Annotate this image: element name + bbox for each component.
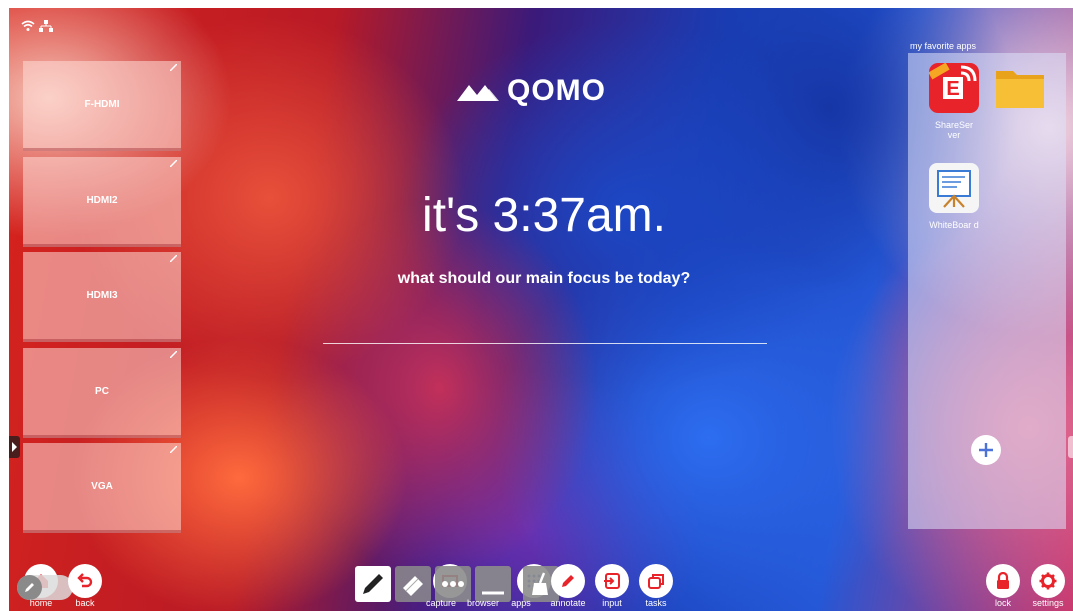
focus-question: what should our main focus be today?: [397, 270, 691, 287]
toggle-knob: [17, 575, 42, 600]
logo-mark-icon: [457, 85, 499, 101]
whiteboard-icon: [929, 163, 979, 213]
expand-left-panel-button[interactable]: [9, 436, 20, 458]
source-label: F-HDMI: [84, 99, 120, 110]
app-label: ShareSer ver: [934, 120, 974, 140]
gear-icon: [1039, 572, 1057, 590]
source-label: VGA: [91, 481, 113, 492]
tasks-icon: [648, 574, 664, 589]
pen-icon: [25, 583, 34, 592]
shareserver-icon: E: [928, 62, 979, 113]
source-label: HDMI2: [86, 194, 118, 206]
favorites-panel: E ShareSer ver WhiteBoar d: [908, 53, 1066, 529]
tasks-button[interactable]: [639, 564, 673, 598]
input-icon: [604, 573, 620, 589]
more-icon: [442, 581, 464, 587]
svg-text:E: E: [946, 78, 959, 100]
input-button[interactable]: [595, 564, 629, 598]
source-hdmi3[interactable]: HDMI3: [23, 252, 181, 342]
pen-icon: [363, 574, 383, 594]
back-label: back: [75, 598, 95, 608]
pen-mode-toggle[interactable]: [17, 575, 73, 600]
lock-icon: [997, 572, 1009, 589]
source-label: PC: [95, 385, 109, 397]
settings-label: settings: [1032, 598, 1064, 608]
lock-button[interactable]: [986, 564, 1020, 598]
add-app-button[interactable]: [971, 435, 1001, 465]
edit-icon[interactable]: [170, 255, 177, 262]
tasks-label: tasks: [645, 598, 667, 608]
status-bar: [21, 20, 53, 32]
source-hdmi2[interactable]: HDMI2: [23, 156, 181, 247]
logo-text: QOMO: [507, 74, 606, 107]
app-shareserver[interactable]: E ShareSer ver: [928, 62, 980, 140]
qomo-logo: QOMO: [457, 74, 606, 108]
favorites-title: my favorite apps: [910, 41, 977, 51]
browser-tool-button[interactable]: [475, 566, 511, 602]
plus-icon: [979, 443, 993, 457]
source-vga[interactable]: VGA: [23, 443, 181, 533]
app-label: WhiteBoar d: [929, 220, 979, 230]
expand-right-panel-button[interactable]: [1068, 436, 1073, 458]
edit-icon[interactable]: [170, 159, 177, 167]
source-pc[interactable]: PC: [23, 347, 181, 438]
broom-icon: [532, 572, 548, 595]
back-button[interactable]: [68, 564, 102, 598]
folder-icon: [996, 71, 1044, 108]
clock-greeting: it's 3:37am.: [422, 189, 666, 242]
edit-icon[interactable]: [170, 64, 177, 71]
annotate-icon: [562, 575, 574, 587]
input-source-panel: F-HDMI HDMI2 HDMI3 PC VGA: [23, 61, 181, 539]
focus-input[interactable]: [323, 326, 767, 344]
wifi-icon: [21, 20, 35, 32]
annotate-button[interactable]: [551, 564, 585, 598]
edit-icon[interactable]: [170, 350, 177, 358]
app-folder[interactable]: [994, 67, 1046, 116]
line-tool-icon: [482, 591, 504, 595]
home-screen: F-HDMI HDMI2 HDMI3 PC VGA QOMO it's 3:37…: [9, 8, 1073, 611]
back-icon: [77, 573, 93, 588]
settings-button[interactable]: [1031, 564, 1065, 598]
more-tool-button[interactable]: [435, 566, 471, 602]
eraser-icon: [403, 576, 423, 596]
source-f-hdmi[interactable]: F-HDMI: [23, 61, 181, 151]
edit-icon[interactable]: [170, 446, 177, 453]
network-icon: [39, 20, 53, 32]
eraser-tool-button[interactable]: [395, 566, 431, 602]
source-label: HDMI3: [86, 290, 118, 301]
pen-tool-button[interactable]: [355, 566, 391, 602]
app-whiteboard[interactable]: WhiteBoar d: [928, 163, 980, 230]
